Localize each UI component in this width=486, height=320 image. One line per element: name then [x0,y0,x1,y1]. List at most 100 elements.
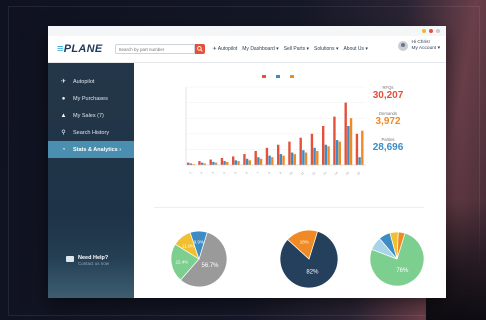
stats-panel: RFQs 30,207 Demands 3,972 Parties 28,696 [358,85,418,163]
slice-label: 9.9% [194,240,204,245]
brand-logo[interactable]: ≡PLANE [57,43,103,55]
bar [277,144,280,165]
search-input[interactable] [114,44,195,54]
tick-label: 4 [222,171,226,175]
airplane-icon: ✈ [60,79,67,85]
bar [327,146,330,165]
sidebar: ✈ Autopilot ● My Purchases ▲ My Sales (7… [48,63,134,298]
legend-swatch [262,75,266,78]
bar [200,162,204,165]
close-button[interactable] [436,29,440,33]
nav-solutions[interactable]: Solutions ▾ [314,46,338,52]
nav-about-us[interactable]: About Us ▾ [343,46,367,52]
slice-label: 18% [300,240,309,245]
bar [187,162,190,165]
tick-label: 5 [233,171,237,175]
minimize-button[interactable] [422,29,426,33]
bar [313,147,316,165]
pie-chart-1: 56.7% 22.4% 11.0%9.9% [170,230,228,288]
nav-sell-parts[interactable]: Sell Parts ▾ [284,46,309,52]
stat-rfqs: RFQs 30,207 [358,85,418,101]
search-button[interactable] [194,44,205,54]
section-divider [154,207,424,208]
bar [310,133,314,165]
dashboard-content: 1 2 3 4 5 6 7 8 9 10 11 12 13 14 15 16 RFQs 30,207 Dema… [134,63,446,298]
stat-demands: Demands 3,972 [358,111,418,127]
my-account-menu[interactable]: My Account ▾ [411,46,440,52]
tick-label: 11 [300,171,305,176]
tick-label: 2 [200,171,204,175]
top-navigation-bar: ≡PLANE ✈ Autopilot My Dashboard ▾ Sell P… [48,36,446,63]
sidebar-item-label: Stats & Analytics › [73,146,122,153]
sidebar-item-label: My Sales (7) [73,112,104,119]
sidebar-item-label: Search History [73,129,110,136]
tick-label: 13 [322,171,327,176]
bar [290,152,294,165]
bar [257,157,260,165]
bar [234,160,238,165]
sidebar-item-my-sales[interactable]: ▲ My Sales (7) [48,107,134,124]
bar [338,141,341,165]
search-box [114,44,205,54]
bar [209,159,212,165]
bar [271,157,274,165]
bar [333,116,336,165]
bar-chart: 1 2 3 4 5 6 7 8 9 10 11 12 13 14 15 16 [185,75,366,176]
stat-value: 30,207 [372,90,404,101]
chart-icon: ◔ [61,146,66,153]
bar [349,118,353,165]
sidebar-item-search-history[interactable]: ⚲ Search History [48,124,134,141]
bar [304,152,308,165]
bar [316,150,319,165]
search-icon: ⚲ [61,130,66,136]
bar [293,154,296,165]
bar [282,155,285,165]
bar [226,161,229,165]
pie-chart-2: 82% 18% [279,229,339,289]
tick-label: 1 [188,171,192,175]
tick-label: 6 [245,171,249,175]
avatar[interactable] [398,41,409,51]
sidebar-decoration [48,258,134,298]
tick-label: 12 [311,171,316,176]
bar [324,144,328,165]
bar [198,161,201,165]
bar [279,154,283,165]
bar [322,126,325,165]
tick-label: 3 [211,171,215,175]
nav-autopilot[interactable]: ✈ Autopilot [213,46,238,52]
bar [288,141,291,165]
tick-label: 14 [333,171,338,176]
bar [335,140,339,165]
bar [302,150,305,165]
window-titlebar [48,26,446,36]
bar [299,137,302,165]
bar [268,155,271,165]
bar [347,126,350,165]
stat-value: 3,972 [375,116,401,127]
tick-label: 10 [288,171,293,176]
nav-my-dashboard[interactable]: My Dashboard ▾ [242,46,278,52]
slice-label: 11.0% [182,243,194,248]
sidebar-item-my-purchases[interactable]: ● My Purchases [48,90,134,107]
bar [212,161,215,165]
bar [220,157,224,165]
maximize-button[interactable] [429,29,433,33]
search-icon [196,46,203,52]
stat-parties: Parties 28,696 [358,137,418,153]
bar [214,162,218,165]
tick-label: 8 [267,171,271,175]
slice-label: 82% [306,270,319,276]
sidebar-item-stats-analytics[interactable]: ◔ Stats & Analytics › [48,141,134,158]
bar [254,150,257,165]
stat-value: 28,696 [372,142,404,153]
slice-label: 22.4% [175,260,188,265]
bar [245,158,249,165]
bar [344,102,347,165]
bar [237,161,240,165]
main-nav: ✈ Autopilot My Dashboard ▾ Sell Parts ▾ … [213,46,368,52]
sidebar-item-label: Autopilot [73,78,95,85]
bar [265,147,269,165]
sidebar-item-autopilot[interactable]: ✈ Autopilot [48,73,134,90]
user-menu[interactable]: Hi Chris! My Account ▾ [398,40,440,52]
